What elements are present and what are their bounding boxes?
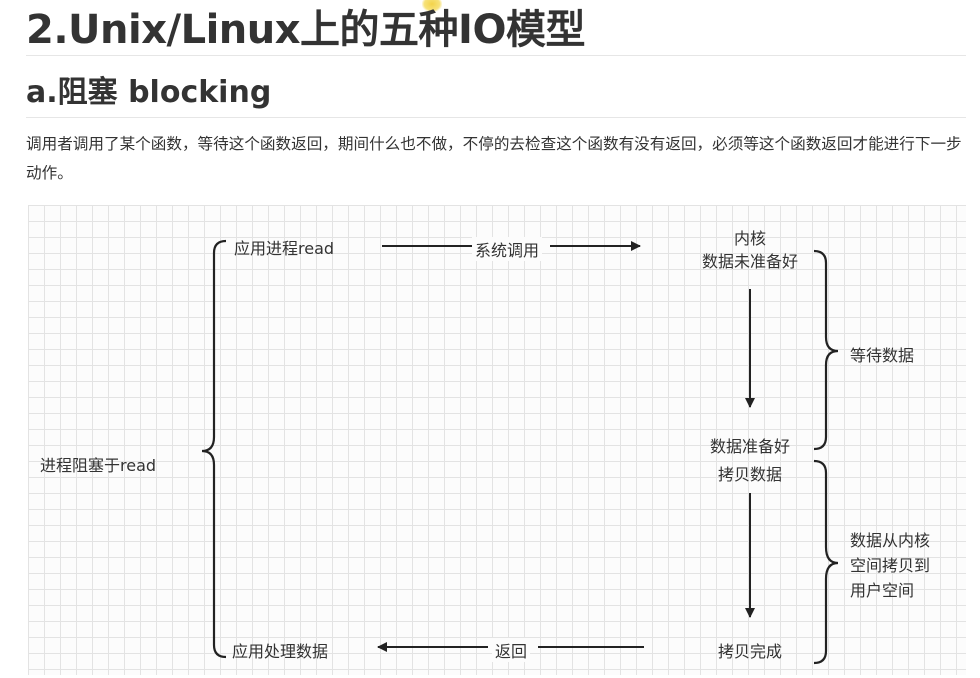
page-heading: 2.Unix/Linux上的五种IO模型 (26, 7, 585, 53)
wait-data-label: 等待数据 (850, 346, 915, 365)
app-read-label: 应用进程read (234, 239, 335, 258)
blocked-label: 进程阻塞于read (40, 456, 157, 475)
app-process-label: 应用处理数据 (232, 642, 329, 661)
left-brace (201, 239, 227, 659)
return-label: 返回 (492, 638, 531, 662)
description-paragraph: 调用者调用了某个函数，等待这个函数返回，期间什么也不做，不停的去检查这个函数有没… (26, 135, 962, 182)
copy-brace (813, 459, 839, 665)
copy-data-label: 拷贝数据 (717, 465, 782, 484)
copy-desc-line3: 用户空间 (850, 581, 915, 600)
wait-brace (813, 249, 839, 451)
copy-done-label: 拷贝完成 (717, 642, 782, 661)
diagram-lines (201, 239, 839, 665)
kernel-label: 内核 (733, 229, 766, 248)
data-not-ready-label: 数据未准备好 (701, 252, 798, 271)
copy-desc-line2: 空间拷贝到 (850, 556, 931, 575)
data-ready-label: 数据准备好 (709, 437, 790, 456)
copy-desc-line1: 数据从内核 (850, 531, 931, 550)
section-heading: a.阻塞 blocking (26, 75, 272, 110)
blocking-io-diagram: 应用进程read 系统调用 内核 数据未准备好 等待数据 数据准备好 拷贝数据 … (28, 205, 966, 675)
syscall-label: 系统调用 (472, 237, 543, 261)
heading-divider (26, 55, 966, 56)
section-divider (26, 117, 966, 118)
